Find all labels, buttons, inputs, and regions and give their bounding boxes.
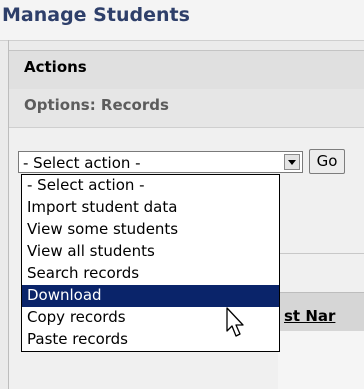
table-header: st Nar: [278, 292, 364, 332]
options-heading: Options: Records: [24, 96, 169, 114]
option-search-records[interactable]: Search records: [22, 263, 279, 285]
action-select[interactable]: - Select action -: [18, 151, 303, 173]
page-title: Manage Students: [2, 4, 190, 26]
option-select-action[interactable]: - Select action -: [22, 175, 279, 197]
actions-section-header: Actions: [9, 50, 364, 90]
options-section-header: Options: Records: [9, 89, 364, 128]
action-select-value: - Select action -: [23, 154, 141, 172]
header: Manage Students: [0, 0, 364, 41]
go-button[interactable]: Go: [309, 149, 345, 174]
divider: [278, 253, 364, 254]
table-body: [278, 331, 364, 389]
actions-heading: Actions: [24, 58, 87, 76]
option-download[interactable]: Download: [22, 285, 279, 307]
dropdown-arrow-icon[interactable]: [284, 154, 300, 170]
option-import-student-data[interactable]: Import student data: [22, 197, 279, 219]
column-header-last-name[interactable]: st Nar: [284, 307, 335, 325]
option-view-some-students[interactable]: View some students: [22, 219, 279, 241]
mouse-pointer-icon: [226, 307, 244, 337]
option-view-all-students[interactable]: View all students: [22, 241, 279, 263]
